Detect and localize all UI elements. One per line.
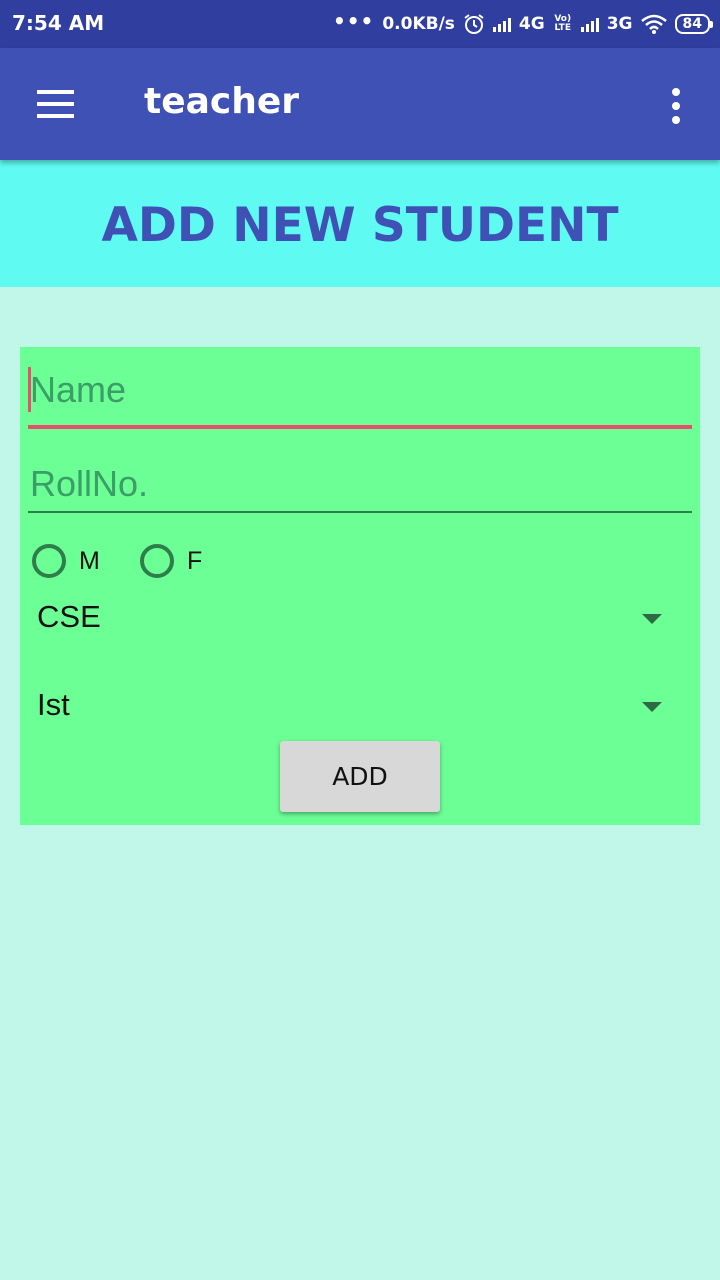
name-input[interactable]: [28, 355, 692, 425]
status-time: 7:54 AM: [12, 11, 105, 35]
gender-label-m: M: [79, 546, 100, 575]
year-dropdown[interactable]: Ist: [28, 675, 692, 735]
signal-icon-2: [580, 16, 599, 32]
year-selected-value: Ist: [37, 687, 70, 722]
text-cursor: [28, 367, 31, 412]
signal-icon: [492, 16, 511, 32]
page-title: ADD NEW STUDENT: [101, 198, 619, 253]
network-speed: 0.0KB/s: [382, 14, 455, 34]
rollno-field-container: [28, 457, 692, 513]
alarm-icon: [464, 14, 484, 34]
dropdown-arrow-icon: [642, 614, 662, 624]
wifi-icon: [640, 14, 667, 34]
gender-label-f: F: [187, 546, 203, 575]
more-notifications-icon: •••: [332, 9, 375, 33]
app-bar: teacher: [0, 48, 720, 160]
student-form: M F CSE Ist ADD: [20, 347, 700, 825]
department-selected-value: CSE: [37, 599, 101, 634]
radio-unchecked-icon: [140, 544, 174, 578]
dropdown-arrow-icon: [642, 702, 662, 712]
network-type-3g: 3G: [606, 14, 633, 34]
overflow-menu-icon[interactable]: [664, 86, 688, 126]
status-bar: 7:54 AM ••• 0.0KB/s 4G Vo) LTE 3G 84: [0, 0, 720, 48]
app-title: teacher: [144, 81, 300, 122]
add-button[interactable]: ADD: [280, 741, 440, 812]
volte-icon: Vo) LTE: [554, 14, 572, 33]
menu-icon[interactable]: [36, 88, 76, 120]
heading-banner: ADD NEW STUDENT: [0, 160, 720, 287]
gender-radio-m[interactable]: M: [32, 540, 100, 582]
battery-indicator: 84: [674, 14, 714, 34]
name-field-container: [28, 355, 692, 429]
network-type-4g: 4G: [518, 14, 545, 34]
status-icons: ••• 0.0KB/s 4G Vo) LTE 3G 84: [332, 9, 714, 38]
gender-radio-f[interactable]: F: [140, 540, 202, 582]
radio-unchecked-icon: [32, 544, 66, 578]
rollno-input[interactable]: [28, 457, 692, 511]
department-dropdown[interactable]: CSE: [28, 587, 692, 647]
